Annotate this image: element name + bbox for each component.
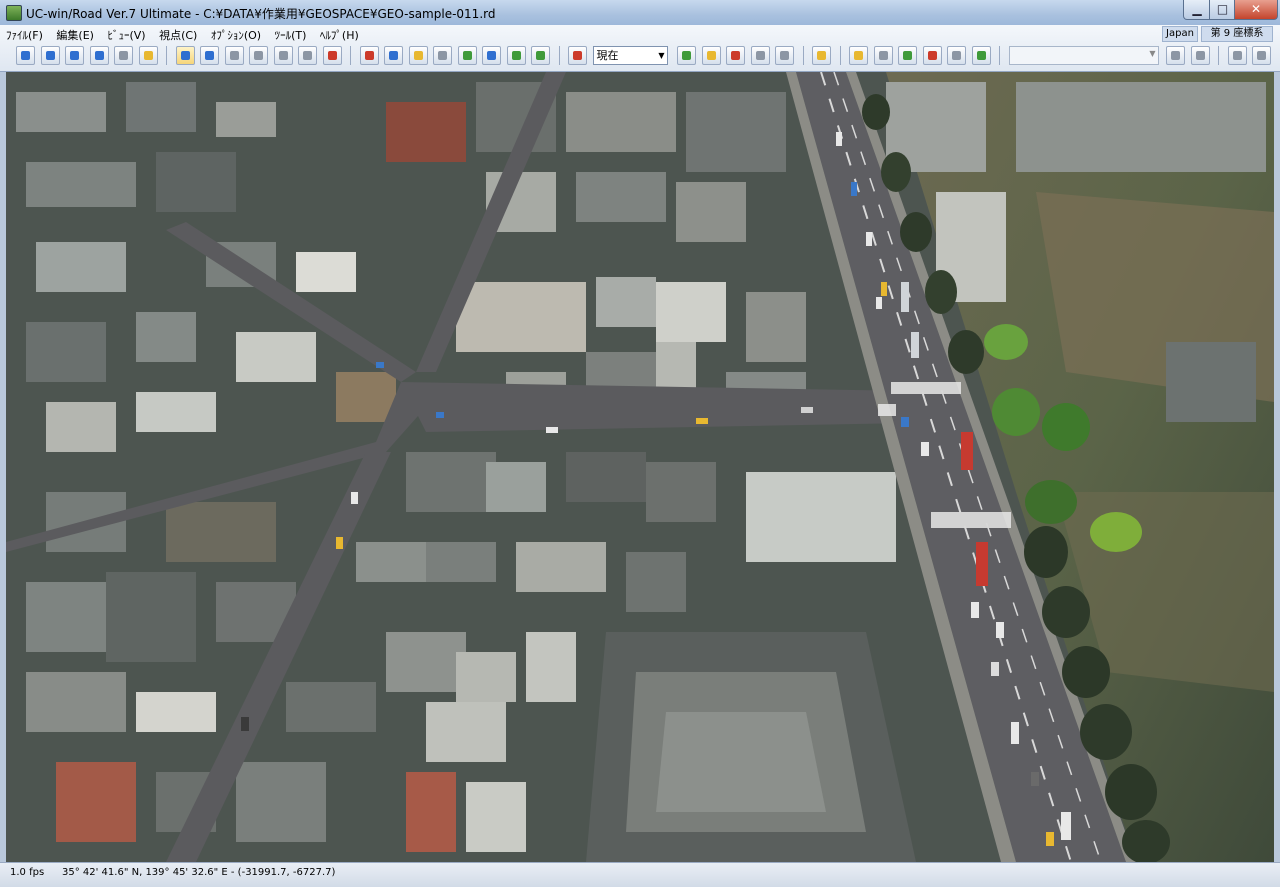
pedestrian-icon[interactable] [322,46,342,65]
chevron-down-icon: ▼ [1149,49,1156,58]
region-indicator: Japan [1162,26,1198,42]
window-title: UC-win/Road Ver.7 Ultimate - C:¥DATA¥作業用… [26,7,496,21]
toolbar-separator [839,46,841,65]
add-plugin-icon[interactable] [971,46,991,65]
menu-file[interactable]: ﾌｧｲﾙ(F) [6,27,43,43]
graph-icon[interactable] [1252,46,1271,65]
menu-view[interactable]: ﾋﾞｭｰ(V) [107,27,145,43]
toolbar-separator [350,46,351,65]
cut-icon[interactable] [1227,46,1247,65]
rotate-view-icon[interactable] [16,46,35,65]
status-bar: 1.0 fps 35° 42' 41.6" N, 139° 45' 32.6" … [0,862,1280,887]
chart-icon[interactable] [701,46,721,65]
walk-icon[interactable] [114,46,133,65]
sky-icon[interactable] [482,46,501,65]
terrain-icon[interactable] [384,46,403,65]
screen-icon[interactable] [750,46,770,65]
menu-camera[interactable]: 視点(C) [159,27,197,43]
sign-icon[interactable] [898,46,917,65]
menu-tools[interactable]: ﾂｰﾙ(T) [275,27,307,43]
title-bar: UC-win/Road Ver.7 Ultimate - C:¥DATA¥作業用… [0,0,1280,26]
car-icon[interactable] [922,46,942,65]
fly-icon[interactable] [138,46,158,65]
aerial-city-scene [6,72,1274,862]
texture-icon[interactable] [433,46,452,65]
menu-help[interactable]: ﾍﾙﾌﾟ(H) [320,27,359,43]
close-button[interactable]: ✕ [1234,0,1278,20]
vehicle-icon[interactable] [200,46,219,65]
pencil-icon[interactable] [812,46,831,65]
image-icon[interactable] [531,46,550,65]
time-settings-icon[interactable] [568,46,587,65]
play-scenario-icon[interactable] [677,46,696,65]
menu-bar: ﾌｧｲﾙ(F) 編集(E) ﾋﾞｭｰ(V) 視点(C) ｵﾌﾟｼｮﾝ(O) ﾂｰ… [6,27,369,43]
menu-options[interactable]: ｵﾌﾟｼｮﾝ(O) [211,27,261,43]
document-icon[interactable] [947,46,966,65]
toolbar-separator [802,46,804,65]
sound-icon[interactable] [273,46,293,65]
statistics-icon[interactable] [726,46,745,65]
flag-icon[interactable] [224,46,244,65]
select-pointer-icon[interactable] [175,46,195,65]
forest-icon[interactable] [506,46,526,65]
command-area: ﾌｧｲﾙ(F) 編集(E) ﾋﾞｭｰ(V) 視点(C) ｵﾌﾟｼｮﾝ(O) ﾂｰ… [0,25,1280,72]
minimize-button[interactable]: ▁ [1183,0,1211,20]
maximize-button[interactable]: □ [1209,0,1236,20]
geo-coordinates-readout: 35° 42' 41.6" N, 139° 45' 32.6" E - (-31… [62,867,336,878]
traffic-signal-icon[interactable] [249,46,268,65]
photo-icon[interactable] [849,46,868,65]
toolbar-separator [999,46,1000,65]
coordinate-system-indicator: 第 9 座標系 [1201,26,1273,42]
pan-icon[interactable] [65,46,84,65]
toolbar-separator [558,46,560,65]
menu-edit[interactable]: 編集(E) [56,27,94,43]
model-icon[interactable] [408,46,428,65]
drive-car-icon[interactable] [89,46,109,65]
animation-select[interactable]: ▼ [1008,46,1159,65]
window-frame-right [1274,72,1280,862]
toolbar-separator [1218,46,1219,65]
time-select[interactable]: 現在 ▼ [592,46,668,65]
fps-readout: 1.0 fps [10,867,45,878]
move-down-icon[interactable] [40,46,60,65]
road-editor-icon[interactable] [359,46,379,65]
view-2d-icon[interactable] [775,46,794,65]
measure-icon[interactable] [298,46,317,65]
stop-icon[interactable] [1190,46,1210,65]
tree-icon[interactable] [457,46,477,65]
app-icon[interactable] [6,5,22,21]
toolbar-separator [166,46,167,65]
3d-viewport[interactable] [6,72,1274,862]
play-icon[interactable] [1166,46,1185,65]
main-toolbar: 現在 ▼ ▼ [16,46,1273,68]
chevron-down-icon: ▼ [658,51,665,60]
mountain-icon[interactable] [873,46,893,65]
